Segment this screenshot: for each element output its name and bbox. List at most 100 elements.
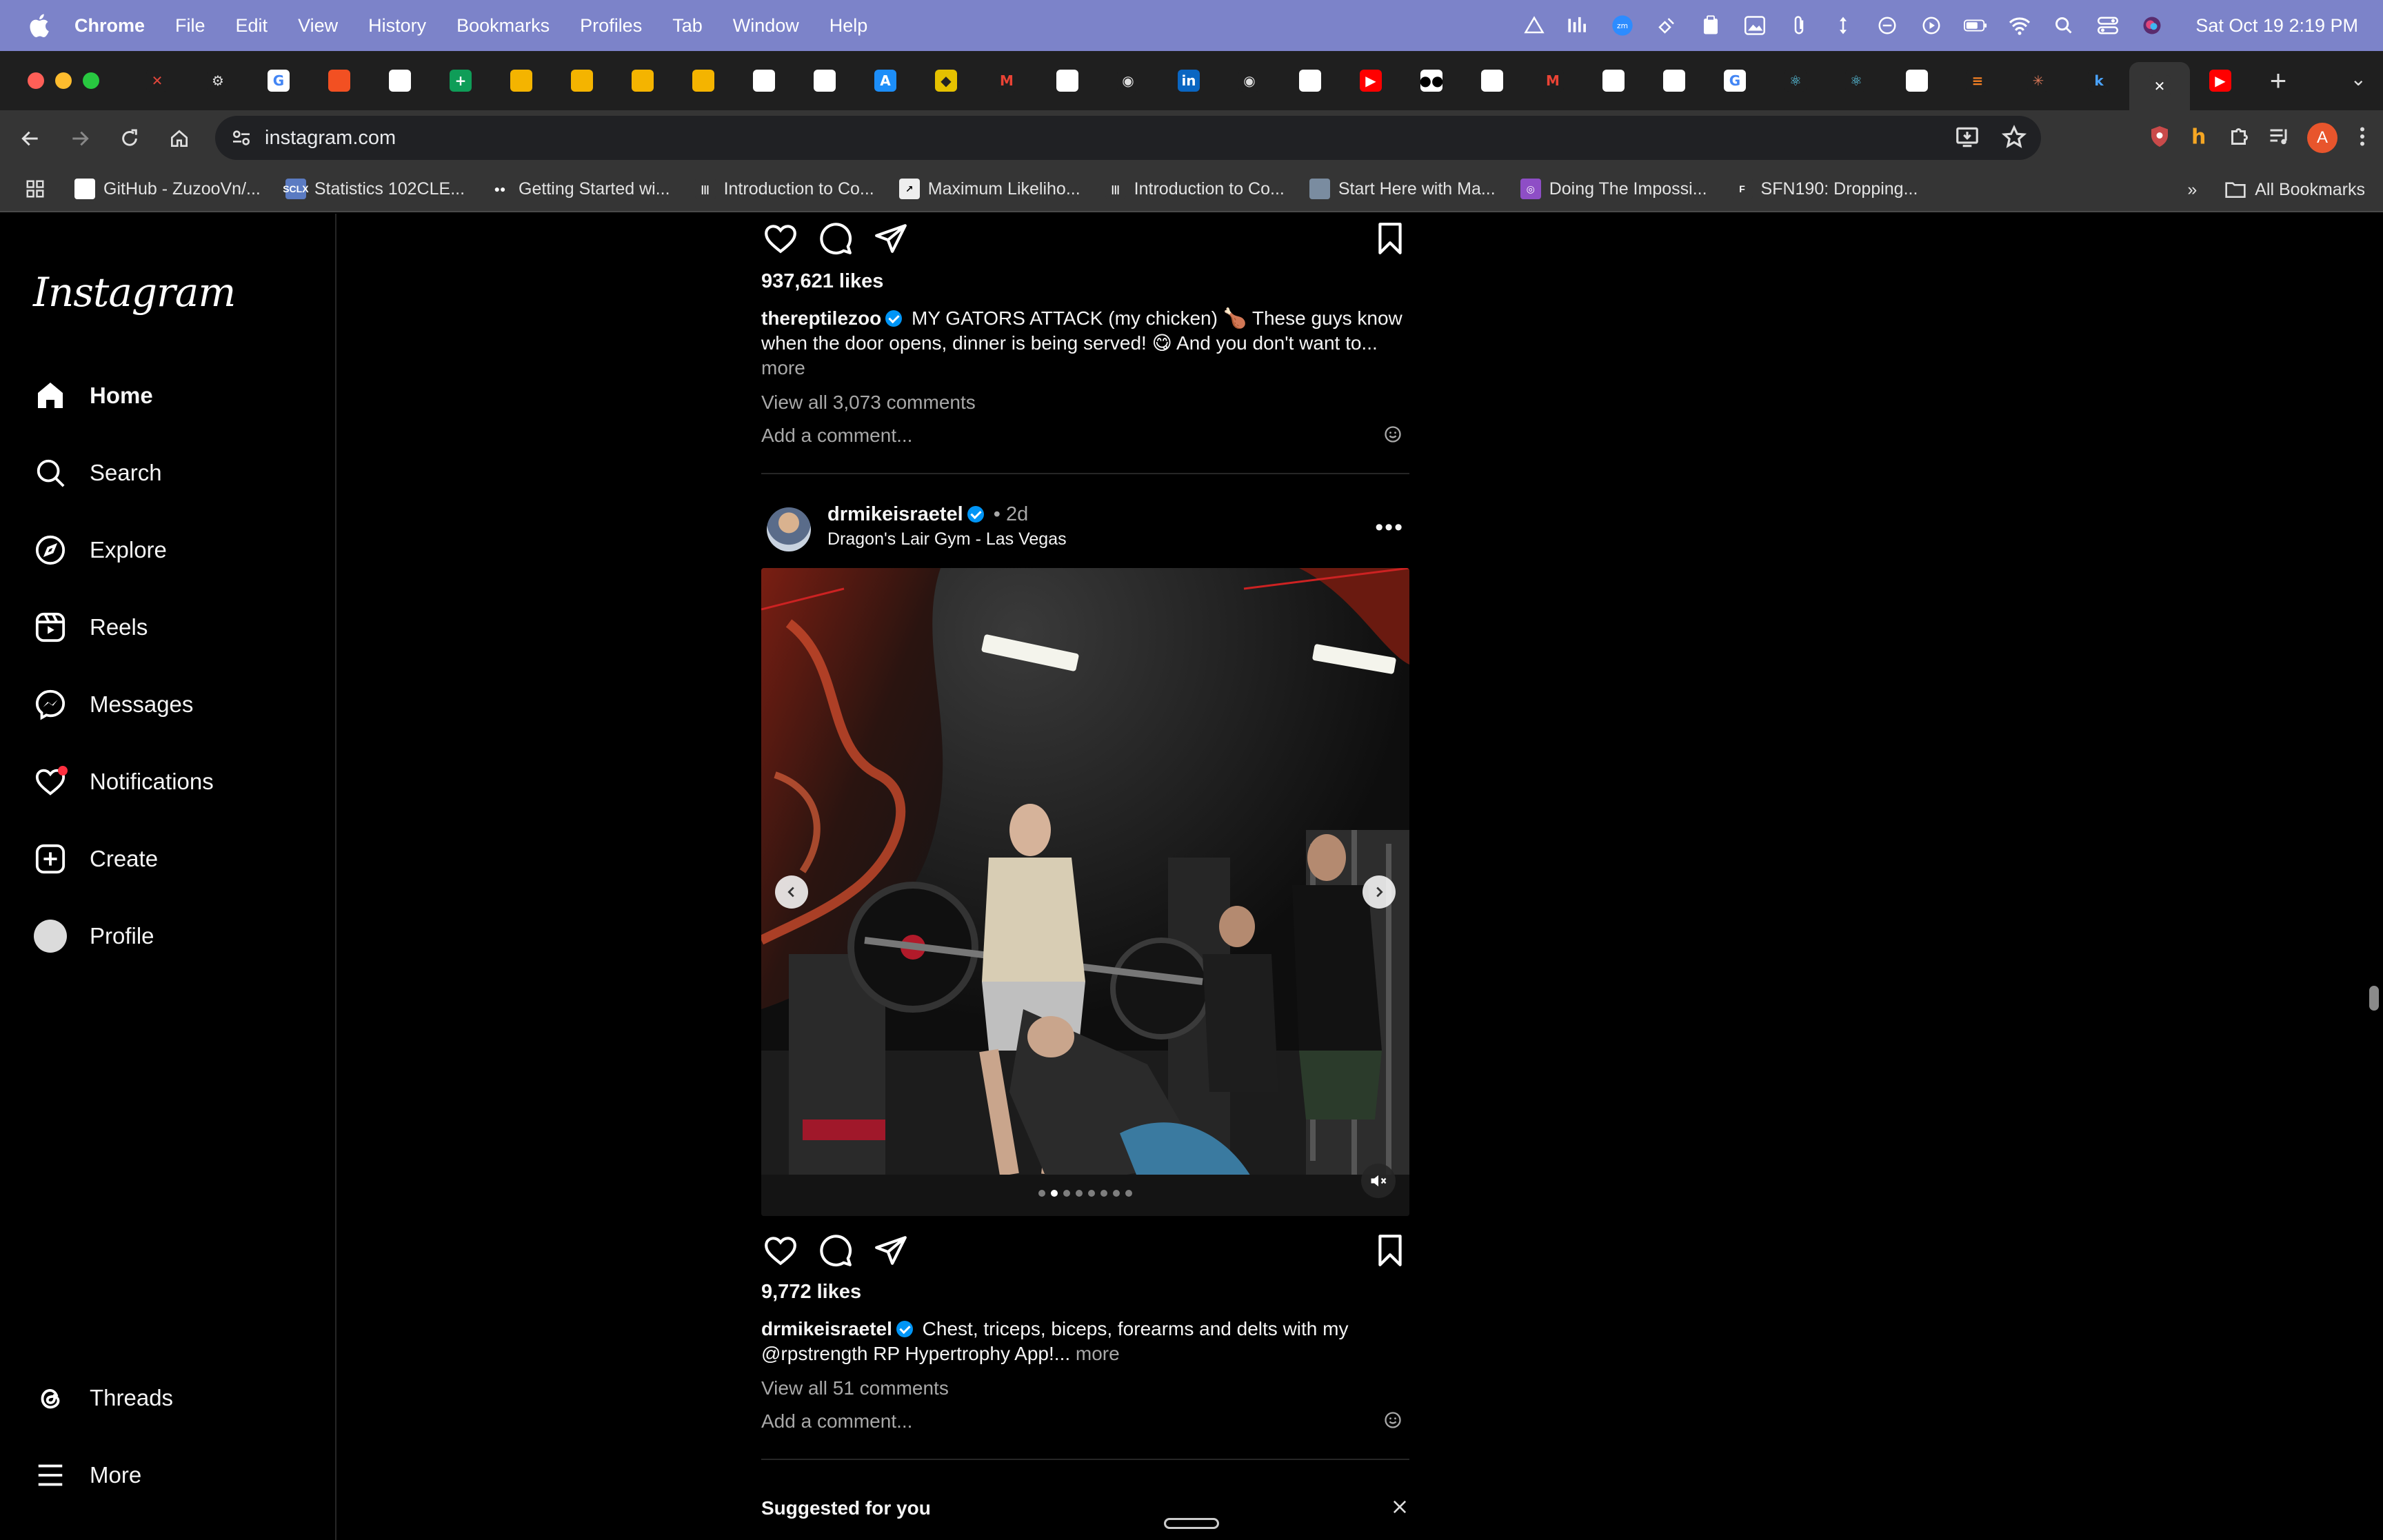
nav-messages[interactable]: Messages	[33, 682, 193, 727]
browser-tab[interactable]: A	[855, 60, 916, 101]
browser-tab[interactable]	[673, 60, 734, 101]
carousel-next-button[interactable]	[1363, 875, 1396, 909]
more-options-icon[interactable]: •••	[1375, 514, 1404, 541]
browser-tab[interactable]: ▶	[1340, 60, 1401, 101]
nav-more[interactable]: More	[33, 1453, 141, 1497]
browser-tab[interactable]	[794, 60, 855, 101]
share-icon[interactable]	[872, 219, 910, 258]
address-bar[interactable]: instagram.com	[215, 116, 2041, 160]
page-scrollbar[interactable]	[2369, 986, 2379, 1011]
paperclip-icon[interactable]	[1787, 14, 1811, 37]
nav-create[interactable]: Create	[33, 837, 158, 881]
comment-icon[interactable]	[816, 1231, 855, 1270]
caption-username[interactable]: thereptilezoo	[761, 307, 881, 329]
tab-search-chevron-icon[interactable]: ⌄	[2351, 68, 2366, 90]
menu-history[interactable]: History	[368, 15, 426, 37]
like-icon[interactable]	[761, 219, 800, 258]
post-media[interactable]	[761, 568, 1409, 1216]
caption-username[interactable]: drmikeisraetel	[761, 1318, 892, 1339]
caption-more-link[interactable]: more	[1076, 1343, 1120, 1364]
shield-extension-icon[interactable]	[2147, 124, 2172, 152]
bookmark-item[interactable]: ●● Getting Started wi...	[490, 179, 670, 199]
nav-search[interactable]: Search	[33, 451, 162, 495]
browser-tab[interactable]: ▶	[2190, 60, 2251, 101]
carousel-prev-button[interactable]	[775, 875, 808, 909]
spotlight-search-icon[interactable]	[2052, 14, 2075, 37]
browser-tab[interactable]: k	[2069, 60, 2129, 101]
active-tab[interactable]: ✕	[2129, 62, 2190, 110]
browser-tab[interactable]	[1037, 60, 1098, 101]
browser-tab[interactable]: M	[1522, 60, 1583, 101]
nav-home[interactable]: Home	[33, 374, 153, 418]
browser-tab[interactable]: ⚙	[188, 60, 248, 101]
status-bars-icon[interactable]	[1567, 14, 1590, 37]
save-icon[interactable]	[1371, 219, 1409, 258]
menu-bar-clock[interactable]: Sat Oct 19 2:19 PM	[2195, 15, 2358, 37]
menu-app-chrome[interactable]: Chrome	[74, 15, 145, 37]
nav-explore[interactable]: Explore	[33, 528, 167, 572]
browser-tab[interactable]: ⚛	[1765, 60, 1826, 101]
play-circle-icon[interactable]	[1920, 14, 1943, 37]
browser-tab[interactable]: ✳	[2008, 60, 2069, 101]
new-tab-button[interactable]: +	[2251, 64, 2306, 97]
browser-tab[interactable]: M	[976, 60, 1037, 101]
browser-tab[interactable]	[1583, 60, 1644, 101]
browser-tab[interactable]: ◆	[916, 60, 976, 101]
bookmark-item[interactable]: SCLX Statistics 102CLE...	[283, 179, 465, 199]
chrome-menu-icon[interactable]	[2353, 124, 2372, 152]
like-icon[interactable]	[761, 1231, 800, 1270]
zoom-window-button[interactable]	[83, 72, 99, 89]
bookmark-item[interactable]: GitHub - ZuzooVn/...	[74, 179, 261, 199]
nav-reels[interactable]: Reels	[33, 605, 148, 649]
browser-tab[interactable]	[370, 60, 430, 101]
install-app-icon[interactable]	[1954, 124, 1980, 154]
photo-icon[interactable]	[1743, 14, 1767, 37]
post-time[interactable]: 2d	[1006, 503, 1028, 525]
browser-tab[interactable]	[612, 60, 673, 101]
control-center-icon[interactable]	[2096, 14, 2120, 37]
status-triangle-icon[interactable]	[1522, 14, 1546, 37]
browser-tab[interactable]: ◉	[1219, 60, 1280, 101]
menu-window[interactable]: Window	[733, 15, 799, 37]
browser-tab[interactable]: +	[430, 60, 491, 101]
menu-bookmarks[interactable]: Bookmarks	[456, 15, 550, 37]
nav-profile[interactable]: Profile	[33, 914, 154, 958]
browser-tab[interactable]: ●●	[1401, 60, 1462, 101]
caption-more-link[interactable]: more	[761, 357, 805, 378]
bookmark-star-icon[interactable]	[2001, 124, 2027, 154]
menu-profiles[interactable]: Profiles	[580, 15, 642, 37]
menu-edit[interactable]: Edit	[236, 15, 268, 37]
menu-help[interactable]: Help	[829, 15, 868, 37]
zoom-icon[interactable]: zm	[1611, 14, 1634, 37]
emoji-icon[interactable]	[1383, 1410, 1402, 1435]
close-icon[interactable]	[1390, 1497, 1409, 1521]
honey-extension-icon[interactable]: h	[2187, 124, 2212, 152]
browser-tab[interactable]	[1644, 60, 1705, 101]
browser-tab[interactable]: ✕	[127, 60, 188, 101]
save-icon[interactable]	[1371, 1231, 1409, 1270]
close-icon[interactable]: ✕	[2149, 75, 2171, 97]
browser-tab[interactable]	[1887, 60, 1947, 101]
add-comment-field[interactable]: Add a comment...	[761, 1410, 1409, 1432]
comment-icon[interactable]	[816, 219, 855, 258]
like-count[interactable]: 937,621 likes	[761, 270, 883, 293]
share-icon[interactable]	[872, 1231, 910, 1270]
bookmark-item[interactable]: ↗ Maximum Likeliho...	[898, 179, 1080, 199]
browser-tab[interactable]	[491, 60, 552, 101]
bookmark-item[interactable]: F SFN190: Dropping...	[1731, 179, 1918, 199]
instagram-logo[interactable]: Instagram	[33, 269, 236, 316]
back-button[interactable]	[6, 114, 55, 163]
emoji-icon[interactable]	[1383, 425, 1402, 449]
extensions-puzzle-icon[interactable]	[2227, 124, 2252, 152]
focus-icon[interactable]	[1876, 14, 1899, 37]
view-all-comments-link[interactable]: View all 51 comments	[761, 1377, 949, 1399]
browser-tab[interactable]: ≡	[1947, 60, 2008, 101]
media-controls-icon[interactable]	[2267, 124, 2292, 152]
mute-icon[interactable]	[1361, 1164, 1396, 1198]
url-text[interactable]: instagram.com	[265, 127, 396, 150]
bookmark-item[interactable]: ||| Introduction to Co...	[1105, 179, 1285, 199]
satellite-icon[interactable]	[1655, 14, 1678, 37]
bookmark-item[interactable]: ||| Introduction to Co...	[694, 179, 874, 199]
browser-tab[interactable]	[734, 60, 794, 101]
browser-tab[interactable]	[552, 60, 612, 101]
